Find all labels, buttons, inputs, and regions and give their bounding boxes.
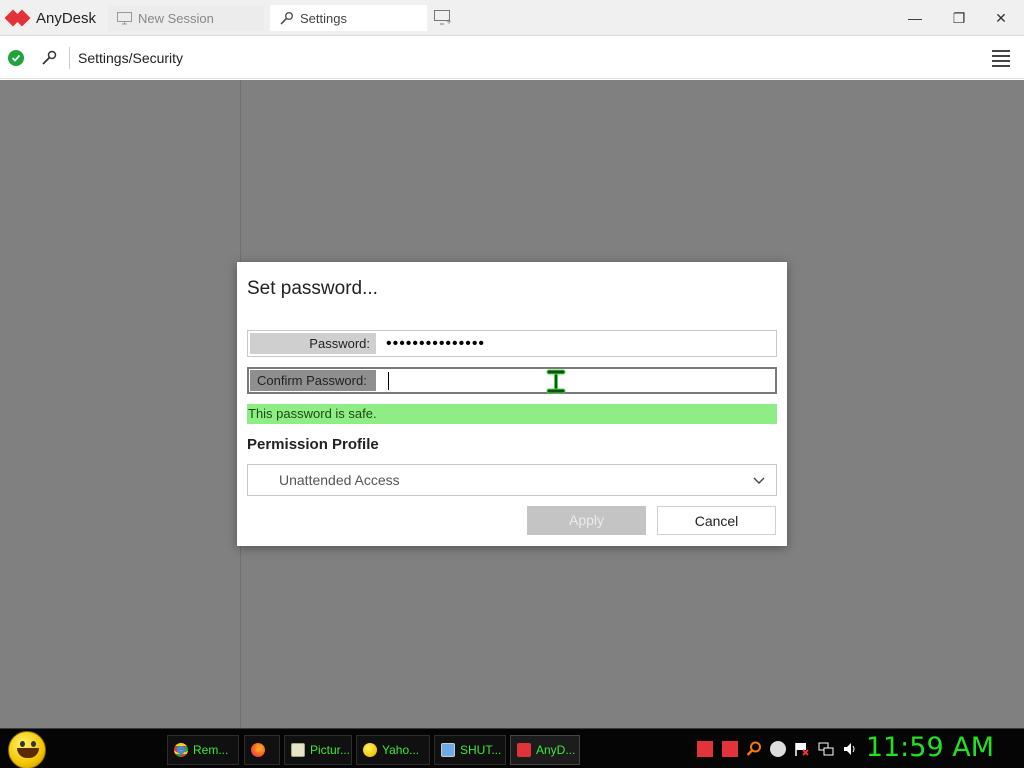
tab-new-session[interactable]: New Session bbox=[108, 5, 264, 31]
selected-profile: Unattended Access bbox=[279, 472, 400, 488]
connection-status-icon bbox=[8, 50, 24, 66]
ibeam-cursor-icon bbox=[543, 369, 569, 395]
chrome-icon bbox=[174, 743, 188, 757]
anydesk-tray-icon[interactable] bbox=[722, 741, 738, 757]
taskbar-item-yahoo[interactable]: Yaho... bbox=[356, 735, 430, 765]
tab-label: Settings bbox=[300, 10, 347, 26]
search-icon[interactable] bbox=[746, 741, 762, 757]
anydesk-icon bbox=[517, 743, 531, 757]
permission-profile-dropdown[interactable]: Unattended Access bbox=[247, 464, 777, 496]
minimize-button[interactable]: — bbox=[900, 6, 930, 30]
anydesk-brand: AnyDesk bbox=[4, 8, 97, 28]
new-tab-icon[interactable]: + bbox=[434, 10, 454, 26]
flag-icon[interactable] bbox=[794, 741, 810, 757]
wrench-icon bbox=[278, 10, 294, 26]
confirm-password-label: Confirm Password: bbox=[250, 370, 376, 391]
divider bbox=[69, 47, 70, 69]
breadcrumb: Settings/Security bbox=[78, 50, 184, 66]
app-name: AnyDesk bbox=[36, 9, 97, 27]
cancel-button[interactable]: Cancel bbox=[657, 506, 776, 535]
volume-icon[interactable] bbox=[842, 741, 858, 757]
confirm-password-field[interactable]: Confirm Password: bbox=[247, 367, 777, 394]
tab-settings[interactable]: Settings bbox=[270, 5, 427, 31]
dialog-title: Set password... bbox=[247, 278, 378, 299]
hamburger-menu-icon[interactable] bbox=[992, 50, 1010, 67]
monitor-icon bbox=[441, 743, 455, 757]
close-button[interactable]: ✕ bbox=[986, 6, 1016, 30]
picture-icon bbox=[291, 743, 305, 757]
permission-profile-label: Permission Profile bbox=[247, 436, 379, 453]
restore-button[interactable]: ❐ bbox=[944, 6, 974, 30]
start-button-smiley-icon[interactable] bbox=[8, 731, 46, 768]
chevron-down-icon bbox=[752, 474, 766, 486]
chat-tray-icon[interactable] bbox=[770, 741, 786, 757]
set-password-dialog: Set password... Password: ••••••••••••••… bbox=[237, 262, 787, 546]
firefox-icon bbox=[251, 743, 265, 757]
anydesk-tray-icon[interactable] bbox=[697, 741, 713, 757]
tab-label: New Session bbox=[138, 10, 214, 26]
password-field[interactable]: Password: ••••••••••••••• bbox=[247, 330, 777, 357]
network-icon[interactable] bbox=[818, 741, 834, 757]
password-strength-message: This password is safe. bbox=[247, 404, 777, 424]
text-caret bbox=[388, 372, 389, 390]
anydesk-logo-icon bbox=[4, 9, 32, 27]
title-bar: AnyDesk New Session Settings + — ❐ ✕ bbox=[0, 0, 1024, 36]
taskbar-item-chrome[interactable]: Rem... bbox=[167, 735, 239, 765]
taskbar-item-shutdown[interactable]: SHUT... bbox=[434, 735, 506, 765]
password-value: ••••••••••••••• bbox=[386, 335, 486, 352]
svg-text:+: + bbox=[446, 18, 452, 25]
password-label: Password: bbox=[250, 333, 376, 354]
taskbar-item-pictures[interactable]: Pictur... bbox=[284, 735, 352, 765]
taskbar-item-firefox[interactable] bbox=[244, 735, 280, 765]
taskbar-item-anydesk[interactable]: AnyD... bbox=[510, 735, 580, 765]
monitor-icon bbox=[116, 10, 132, 26]
yahoo-icon bbox=[363, 743, 377, 757]
apply-button[interactable]: Apply bbox=[527, 506, 646, 535]
wrench-icon bbox=[40, 49, 60, 67]
system-clock[interactable]: 11:59 AM bbox=[866, 732, 994, 763]
taskbar: Rem... Pictur... Yaho... SHUT... AnyD...… bbox=[0, 728, 1024, 768]
address-bar: Settings/Security bbox=[0, 37, 1024, 79]
